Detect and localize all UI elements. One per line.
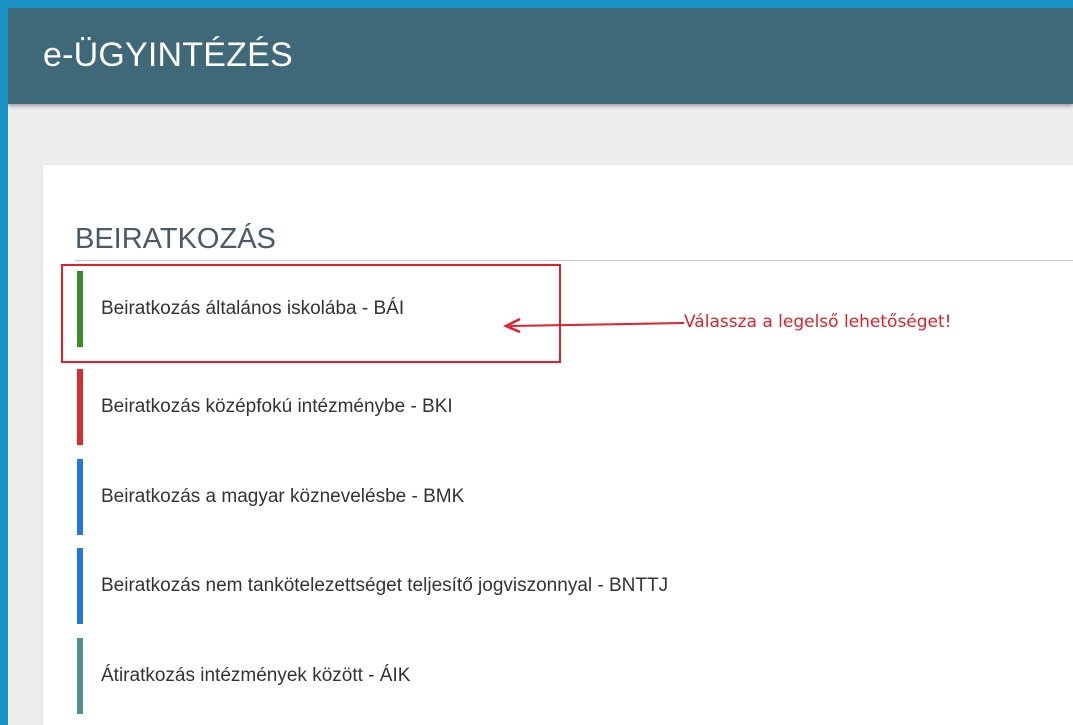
service-item-bmk[interactable]: Beiratkozás a magyar köznevelésbe - BMK <box>77 459 977 535</box>
service-item-bnttj[interactable]: Beiratkozás nem tankötelezettséget telje… <box>77 548 977 624</box>
service-item-label: Beiratkozás általános iskolába - BÁI <box>101 298 405 319</box>
app-header: e-ÜGYINTÉZÉS <box>8 8 1073 104</box>
service-item-label: Beiratkozás nem tankötelezettséget telje… <box>101 575 669 596</box>
item-color-bar <box>77 369 83 445</box>
app-title: e-ÜGYINTÉZÉS <box>43 36 293 74</box>
item-color-bar <box>77 638 83 714</box>
service-item-bai[interactable]: Beiratkozás általános iskolába - BÁI <box>77 271 977 347</box>
item-color-bar <box>77 271 83 347</box>
item-color-bar <box>77 459 83 535</box>
service-item-bki[interactable]: Beiratkozás középfokú intézménybe - BKI <box>77 369 977 445</box>
annotation-text: Válassza a legelső lehetőséget! <box>684 312 952 332</box>
service-item-label: Átiratkozás intézmények között - ÁIK <box>101 665 411 686</box>
services-card: BEIRATKOZÁS Beiratkozás általános iskolá… <box>43 165 1073 725</box>
service-item-aik[interactable]: Átiratkozás intézmények között - ÁIK <box>77 638 977 714</box>
annotation-arrow-icon <box>503 317 685 334</box>
service-item-label: Beiratkozás a magyar köznevelésbe - BMK <box>101 486 465 507</box>
section-title: BEIRATKOZÁS <box>75 223 276 255</box>
app-window: e-ÜGYINTÉZÉS BEIRATKOZÁS Beiratkozás ált… <box>8 8 1073 725</box>
section-divider <box>75 260 1073 261</box>
service-item-label: Beiratkozás középfokú intézménybe - BKI <box>101 396 453 417</box>
item-color-bar <box>77 548 83 624</box>
